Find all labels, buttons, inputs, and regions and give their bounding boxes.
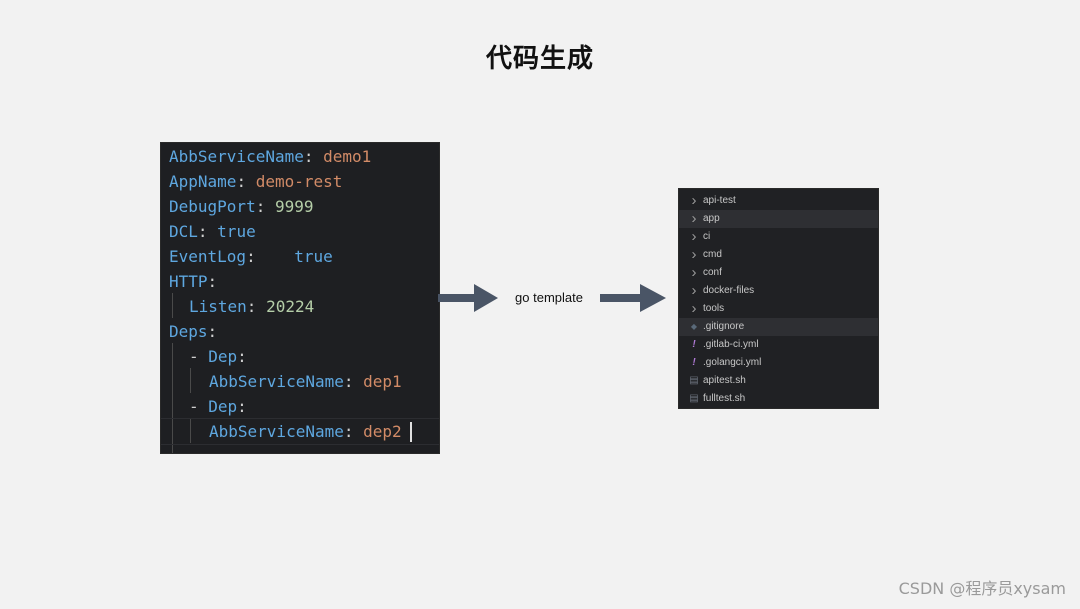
code-key: Deps — [169, 322, 208, 341]
code-key: Dep — [208, 347, 238, 366]
text-cursor — [410, 422, 412, 442]
code-sep: : — [303, 147, 324, 166]
code-line: Listen: 20224 — [189, 294, 314, 319]
indent-guide — [190, 368, 191, 393]
code-line: EventLog: true — [169, 244, 333, 269]
tree-item-docker-files[interactable]: › docker-files — [679, 282, 878, 300]
code-value: true — [217, 222, 256, 241]
code-sep: : — [207, 272, 218, 291]
code-value: demo-rest — [255, 172, 343, 191]
tree-item-tools[interactable]: › tools — [679, 300, 878, 318]
tree-item-cmd[interactable]: › cmd — [679, 246, 878, 264]
code-sep: : — [207, 322, 218, 341]
tree-item-label: ci — [703, 231, 711, 242]
code-sep: : — [236, 172, 256, 191]
chevron-right-icon: › — [691, 246, 697, 263]
code-key: DebugPort — [169, 197, 256, 216]
code-line: HTTP: — [169, 269, 217, 294]
watermark: CSDN @程序员xysam — [898, 579, 1066, 598]
arrow-right-icon — [438, 284, 498, 312]
arrow-shape — [600, 284, 666, 312]
code-line: Deps: — [169, 319, 217, 344]
code-key: Dep — [208, 397, 238, 416]
code-line: - Dep: — [189, 394, 247, 419]
code-key: HTTP — [169, 272, 208, 291]
chevron-right-icon: › — [691, 264, 697, 281]
tree-item-dot-golangci-yml[interactable]: ! .golangci.yml — [679, 354, 878, 372]
code-value: 20224 — [266, 297, 315, 316]
code-line: AbbServiceName: dep1 — [209, 369, 402, 394]
code-key: EventLog — [169, 247, 247, 266]
tree-item-app[interactable]: › app — [679, 210, 878, 228]
code-value: dep1 — [363, 372, 402, 391]
code-sep: : — [197, 222, 218, 241]
indent-guide — [172, 293, 173, 318]
code-dash: - — [189, 397, 209, 416]
code-key: AppName — [169, 172, 237, 191]
tree-item-dot-gitignore[interactable]: ◆ .gitignore — [679, 318, 878, 336]
code-dash: - — [189, 347, 209, 366]
tree-item-apitest-sh[interactable]: ▤ apitest.sh — [679, 372, 878, 390]
tree-item-ci[interactable]: › ci — [679, 228, 878, 246]
code-line: AppName: demo-rest — [169, 169, 342, 194]
chevron-right-icon: › — [691, 228, 697, 245]
code-key: AbbServiceName — [209, 372, 344, 391]
code-value: dep2 — [363, 422, 402, 441]
tree-item-fulltest-sh[interactable]: ▤ fulltest.sh — [679, 390, 878, 408]
code-value: true — [294, 247, 333, 266]
code-key: DCL — [169, 222, 198, 241]
chevron-right-icon: › — [691, 282, 697, 299]
tree-item-label: apitest.sh — [703, 375, 746, 386]
code-sep: : — [246, 247, 295, 266]
tree-item-label: app — [703, 213, 720, 224]
code-line: DebugPort: 9999 — [169, 194, 314, 219]
code-sep: : — [255, 197, 275, 216]
code-value: 9999 — [274, 197, 314, 216]
code-sep: : — [237, 347, 247, 366]
tree-item-api-test[interactable]: › api-test — [679, 192, 878, 210]
tree-item-label: .golangci.yml — [703, 357, 762, 368]
tree-item-label: conf — [703, 267, 722, 278]
tree-item-label: tools — [703, 303, 725, 314]
code-sep: : — [246, 297, 267, 316]
shell-file-icon: ▤ — [689, 393, 699, 404]
code-line: - Dep: — [189, 344, 247, 369]
arrow-shape — [438, 284, 498, 312]
yaml-config-editor: AbbServiceName: demo1 AppName: demo-rest D… — [161, 143, 439, 453]
code-line: DCL: true — [169, 219, 256, 244]
go-template-label: go template — [515, 290, 583, 305]
tree-item-label: docker-files — [703, 285, 755, 296]
file-explorer-tree: › api-test › app › ci › cmd › conf › docker-files › t… — [679, 189, 878, 408]
tree-item-conf[interactable]: › conf — [679, 264, 878, 282]
tree-item-label: .gitlab-ci.yml — [703, 339, 759, 350]
chevron-right-icon: › — [691, 192, 697, 209]
code-value: demo1 — [323, 147, 372, 166]
yaml-file-icon: ! — [692, 339, 696, 350]
tree-item-label: fulltest.sh — [703, 393, 746, 404]
chevron-right-icon: › — [691, 300, 697, 317]
chevron-right-icon: › — [691, 210, 697, 227]
code-line: AbbServiceName: dep2 — [209, 419, 402, 444]
tree-item-label: .gitignore — [703, 321, 745, 332]
tree-item-label: api-test — [703, 195, 736, 206]
yaml-file-icon: ! — [692, 357, 696, 368]
arrow-right-icon — [600, 284, 666, 312]
code-sep: : — [343, 422, 364, 441]
git-file-icon: ◆ — [690, 322, 698, 331]
tree-item-dot-gitlab-ci-yml[interactable]: ! .gitlab-ci.yml — [679, 336, 878, 354]
tree-item-label: cmd — [703, 249, 722, 260]
code-key: AbbServiceName — [169, 147, 304, 166]
code-sep: : — [343, 372, 364, 391]
slide-title: 代码生成 — [485, 44, 594, 74]
shell-file-icon: ▤ — [689, 375, 699, 386]
code-key: AbbServiceName — [209, 422, 344, 441]
code-sep: : — [237, 397, 247, 416]
code-key: Listen — [189, 297, 247, 316]
code-line: AbbServiceName: demo1 — [169, 144, 371, 169]
